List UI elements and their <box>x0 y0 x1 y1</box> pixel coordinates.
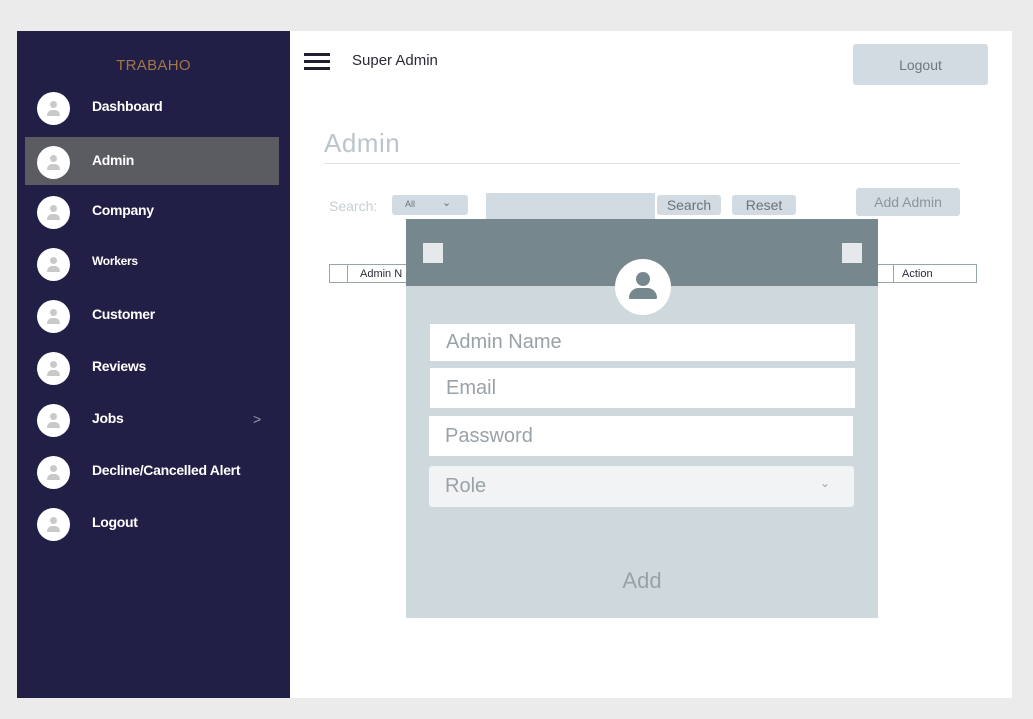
user-icon <box>37 404 70 437</box>
filter-select[interactable]: All ⌄ <box>392 195 468 215</box>
sidebar-item-label: Jobs <box>92 410 124 426</box>
close-icon[interactable] <box>842 243 862 263</box>
sidebar-item-company[interactable]: Company <box>25 187 279 235</box>
reset-button[interactable]: Reset <box>732 195 796 215</box>
sidebar-item-label: Company <box>92 202 154 218</box>
search-button[interactable]: Search <box>657 195 721 215</box>
search-label: Search: <box>329 198 378 214</box>
user-icon <box>37 196 70 229</box>
sidebar-item-customer[interactable]: Customer <box>25 291 279 339</box>
sidebar-item-label: Customer <box>92 306 155 322</box>
sidebar-item-reviews[interactable]: Reviews <box>25 343 279 391</box>
hamburger-menu-icon[interactable] <box>304 53 330 71</box>
email-field[interactable] <box>430 368 855 408</box>
user-icon <box>37 248 70 281</box>
logout-button[interactable]: Logout <box>853 44 988 85</box>
sidebar-item-label: Decline/Cancelled Alert <box>92 462 241 478</box>
chevron-down-icon: ⌄ <box>442 197 452 209</box>
sidebar-item-dashboard[interactable]: Dashboard <box>25 83 279 131</box>
topbar-title: Super Admin <box>352 52 438 69</box>
sidebar-item-admin[interactable]: Admin <box>25 137 279 185</box>
user-icon <box>37 92 70 125</box>
app-frame: TRABAHO Dashboard Admin Company Workers … <box>17 31 1012 698</box>
sidebar-item-jobs[interactable]: Jobs > <box>25 395 279 443</box>
user-icon <box>37 508 70 541</box>
password-field[interactable] <box>429 416 853 456</box>
table-header-cell <box>877 264 894 283</box>
sidebar-item-label: Workers <box>92 254 138 268</box>
user-icon <box>37 146 70 179</box>
add-admin-button[interactable]: Add Admin <box>856 188 960 216</box>
sidebar-item-label: Logout <box>92 514 138 530</box>
role-select[interactable]: Role ⌄ <box>429 466 854 507</box>
page-title: Admin <box>324 128 401 158</box>
admin-name-field[interactable] <box>430 324 855 361</box>
add-admin-modal: Role ⌄ Add <box>406 219 878 618</box>
role-select-value: Role <box>445 475 487 497</box>
square-icon[interactable] <box>423 243 443 263</box>
chevron-right-icon: > <box>253 411 262 427</box>
sidebar-item-logout[interactable]: Logout <box>25 499 279 547</box>
user-avatar-icon <box>615 259 671 315</box>
filter-select-value: All <box>405 199 416 209</box>
sidebar-item-label: Dashboard <box>92 98 163 114</box>
sidebar-item-label: Reviews <box>92 358 146 374</box>
brand-logo: TRABAHO <box>116 57 191 74</box>
table-header-checkbox-cell <box>329 264 348 283</box>
add-button[interactable]: Add <box>592 566 692 596</box>
divider <box>324 163 960 164</box>
sidebar: TRABAHO Dashboard Admin Company Workers … <box>17 31 290 698</box>
sidebar-item-label: Admin <box>92 152 135 168</box>
chevron-down-icon: ⌄ <box>820 476 831 490</box>
sidebar-item-workers[interactable]: Workers <box>25 239 279 287</box>
user-icon <box>37 352 70 385</box>
user-icon <box>37 456 70 489</box>
sidebar-item-decline-cancelled-alert[interactable]: Decline/Cancelled Alert <box>25 447 279 495</box>
user-icon <box>37 300 70 333</box>
table-header-action: Action <box>893 264 977 283</box>
